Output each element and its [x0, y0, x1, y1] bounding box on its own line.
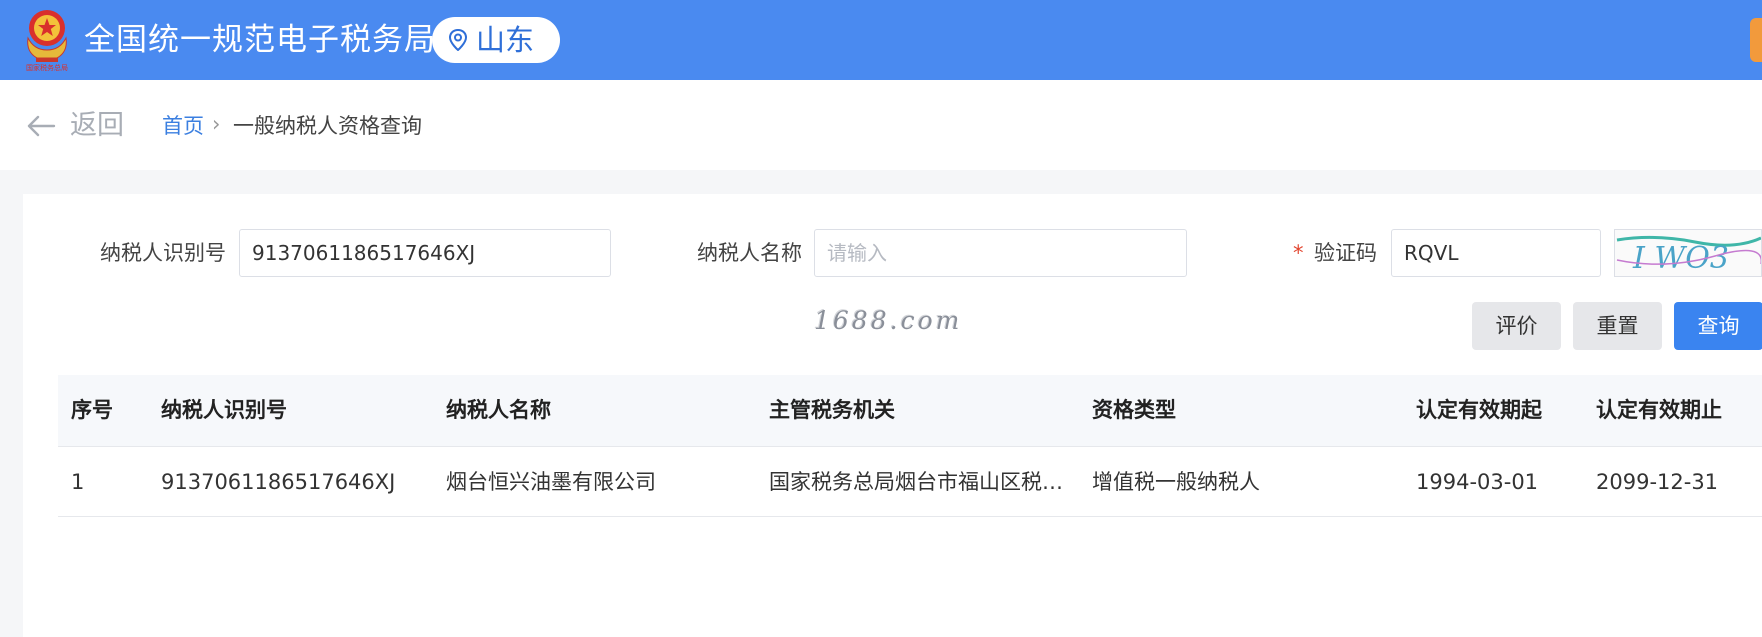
- orange-side-tab[interactable]: [1750, 18, 1762, 62]
- column-header-taxpayer-name: 纳税人名称: [446, 398, 551, 422]
- table-row[interactable]: 1 9137061186517646XJ 烟台恒兴油墨有限公司 国家税务总局烟台…: [58, 447, 1762, 517]
- column-header-valid-from: 认定有效期起: [1416, 398, 1542, 422]
- region-selector[interactable]: 山东: [432, 17, 560, 63]
- table-header: 序号 纳税人识别号 纳税人名称 主管税务机关 资格类型 认定有效期起 认定有效期…: [58, 375, 1762, 447]
- captcha-input[interactable]: [1391, 229, 1601, 277]
- cell-valid-from: 1994-03-01: [1416, 470, 1539, 494]
- breadcrumb-current-page: 一般纳税人资格查询: [233, 114, 422, 138]
- taxpayer-name-label: 纳税人名称: [697, 241, 802, 265]
- captcha-label: 验证码: [1314, 241, 1377, 265]
- column-header-tax-authority: 主管税务机关: [769, 398, 895, 422]
- top-header: 国家税务总局 全国统一规范电子税务局 山东: [0, 0, 1762, 80]
- watermark-text: 1688.com: [814, 306, 963, 335]
- query-button[interactable]: 查询: [1674, 302, 1762, 350]
- cell-taxpayer-id: 9137061186517646XJ: [161, 470, 396, 494]
- region-name: 山东: [476, 23, 535, 57]
- cell-qualification-type: 增值税一般纳税人: [1092, 470, 1260, 494]
- location-pin-icon: [448, 29, 468, 51]
- taxpayer-id-label: 纳税人识别号: [100, 241, 226, 265]
- cell-index: 1: [71, 470, 85, 494]
- cell-tax-authority: 国家税务总局烟台市福山区税…: [769, 470, 1063, 494]
- column-header-qualification-type: 资格类型: [1092, 398, 1176, 422]
- evaluate-button[interactable]: 评价: [1472, 302, 1561, 350]
- column-header-index: 序号: [71, 398, 113, 422]
- svg-text:I WO3: I WO3: [1632, 241, 1729, 276]
- column-header-taxpayer-id: 纳税人识别号: [161, 398, 287, 422]
- taxpayer-name-input[interactable]: [814, 229, 1187, 277]
- svg-text:国家税务总局: 国家税务总局: [26, 63, 68, 72]
- taxpayer-id-input[interactable]: [239, 229, 611, 277]
- back-label: 返回: [70, 110, 124, 141]
- captcha-image[interactable]: I WO3: [1614, 229, 1762, 277]
- arrow-left-icon: [27, 115, 56, 137]
- cell-taxpayer-name: 烟台恒兴油墨有限公司: [446, 470, 656, 494]
- breadcrumb-separator: ›: [212, 112, 221, 136]
- breadcrumb-bar: 返回 首页 › 一般纳税人资格查询: [0, 80, 1762, 170]
- required-mark: *: [1293, 241, 1304, 265]
- captcha-graphic: I WO3: [1616, 235, 1761, 276]
- column-header-valid-to: 认定有效期止: [1596, 398, 1722, 422]
- reset-button[interactable]: 重置: [1573, 302, 1662, 350]
- site-title: 全国统一规范电子税务局: [84, 22, 436, 58]
- cell-valid-to: 2099-12-31: [1596, 470, 1719, 494]
- tax-emblem-logo: 国家税务总局: [26, 10, 68, 72]
- breadcrumb-home-link[interactable]: 首页: [162, 111, 204, 141]
